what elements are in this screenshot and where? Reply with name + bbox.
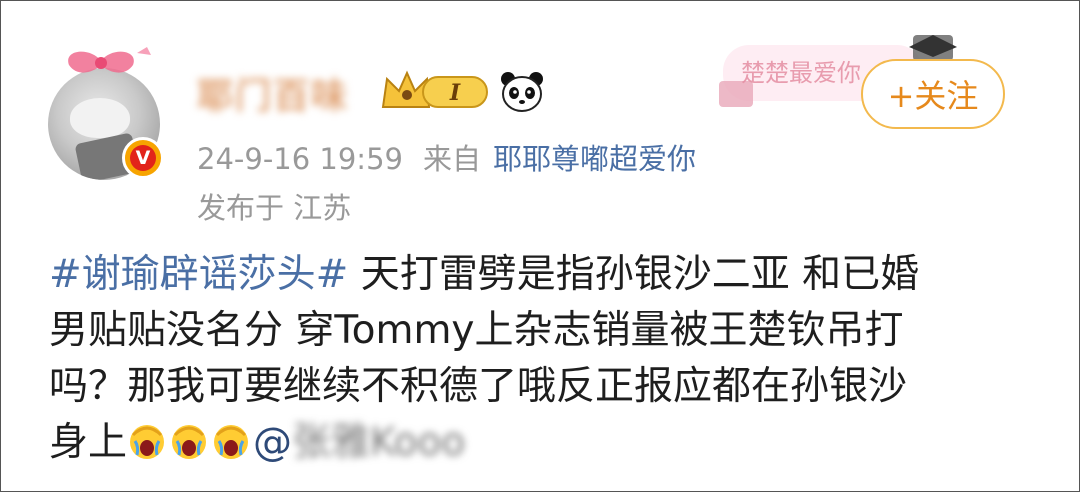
mention-name: 张雅Kooo <box>292 420 466 465</box>
timestamp: 24-9-16 19:59 <box>197 142 403 176</box>
post-line-2: 男贴贴没名分 穿Tommy上杂志销量被王楚钦吊打 <box>49 308 904 353</box>
post-source-link[interactable]: 耶耶尊嘟超爱你 <box>493 142 696 176</box>
post-line-1: #谢瑜辟谣莎头# 天打雷劈是指孙银沙二亚 和已婚 <box>49 247 1049 303</box>
crying-face-emoji-icon <box>130 425 165 459</box>
post-line-3: 吗？那我可要继续不积德了哦反正报应都在孙银沙 <box>49 364 908 409</box>
post-text-segment: 天打雷劈是指孙银沙二亚 和已婚 <box>360 252 920 297</box>
source-prefix: 来自 <box>422 142 481 176</box>
location-value: 江苏 <box>293 191 352 225</box>
mention-link[interactable]: @张雅Kooo <box>253 420 465 465</box>
hashtag-link[interactable]: #谢瑜辟谣莎头# <box>49 252 348 297</box>
crying-face-emoji-icon <box>214 425 249 459</box>
level-badge-text: I <box>449 80 461 106</box>
bow-decoration-icon <box>68 47 151 73</box>
location-prefix: 发布于 <box>197 191 285 225</box>
post-line-4: 身上 @张雅Kooo <box>49 415 1049 471</box>
panda-icon <box>501 72 543 112</box>
weibo-post-card: V 耶门百味 I 24-9-16 19:59 来自 耶耶尊嘟超爱你 发布于 江苏 楚… <box>0 0 1080 492</box>
decoration-text: 楚楚最爱你 <box>741 59 861 87</box>
follow-button[interactable]: +关注 <box>861 59 1005 129</box>
verified-badge-icon: V <box>122 137 164 179</box>
post-text: #谢瑜辟谣莎头# 天打雷劈是指孙银沙二亚 和已婚 男贴贴没名分 穿Tommy上杂… <box>49 247 1049 471</box>
crown-level-badge-icon: I <box>381 70 488 108</box>
username[interactable]: 耶门百味 <box>197 67 349 117</box>
post-meta: 24-9-16 19:59 来自 耶耶尊嘟超爱你 <box>197 136 696 178</box>
post-location: 发布于 江苏 <box>197 185 351 227</box>
crying-face-emoji-icon <box>172 425 207 459</box>
post-text-segment: 身上 <box>49 420 128 465</box>
mention-at: @ <box>253 420 293 465</box>
avatar-face <box>70 98 130 138</box>
